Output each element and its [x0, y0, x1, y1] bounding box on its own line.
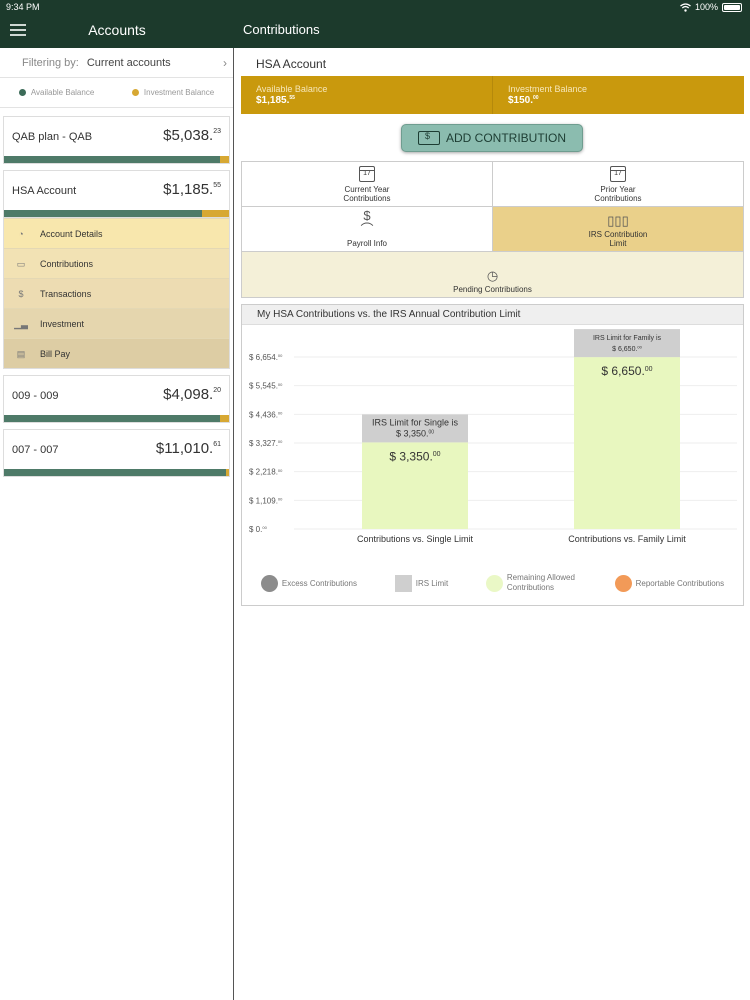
account-card-qab[interactable]: QAB plan - QAB $5,038.23 [3, 116, 230, 164]
filter-selector[interactable]: Filtering by: Current accounts › [0, 48, 233, 78]
account-card-007[interactable]: 007 - 007 $11,010.61 [3, 429, 230, 477]
account-name: 007 - 007 [12, 444, 59, 456]
chevron-right-icon: › [223, 56, 227, 70]
sidebar-title: Accounts [88, 22, 146, 38]
cash-icon: ▭ [16, 258, 26, 269]
y-tick-label: $ 0.00 [249, 525, 268, 534]
limit-label: IRS Limit for Family is [593, 335, 662, 342]
legend-reportable: Reportable Contributions [614, 574, 724, 592]
tile-payroll-info[interactable]: $ ⌒ Payroll Info [242, 207, 493, 252]
tile-pending-contributions[interactable]: ◷ Pending Contributions [242, 252, 743, 297]
bill-icon: ▤ [16, 348, 26, 359]
y-tick-label: $ 1,109.00 [249, 496, 283, 505]
calendar-icon: 17 [359, 166, 375, 182]
legend-excess: Excess Contributions [260, 574, 357, 592]
submenu-investment[interactable]: ▁▃ Investment [4, 308, 229, 338]
tile-irs-limit[interactable]: ▯▯▯ IRS Contribution Limit [493, 207, 743, 252]
battery-percent: 100% [694, 2, 718, 12]
calendar-icon: 17 [610, 166, 626, 182]
account-name: QAB plan - QAB [12, 131, 93, 143]
dollar-circle-icon: $ [18, 288, 24, 299]
hand-coin-icon: ◔ [18, 228, 24, 239]
account-submenu: ◔ Account Details ▭ Contributions $ Transac… [3, 218, 230, 369]
hand-dollar-icon: $ ⌒ [360, 208, 374, 237]
limit-label: IRS Limit for Single is [372, 417, 459, 427]
filter-value: Current accounts [86, 56, 171, 69]
y-tick-label: $ 3,327.00 [249, 439, 283, 448]
bar [574, 357, 680, 529]
balance-summary: Available Balance $1,185.55 Investment B… [241, 76, 744, 114]
add-money-icon [418, 131, 440, 145]
tile-prior-year[interactable]: 17 Prior Year Contributions [493, 162, 743, 207]
account-name: HSA Account [12, 185, 77, 197]
y-tick-label: $ 6,654.00 [249, 353, 283, 362]
accounts-sidebar: Filtering by: Current accounts › Availab… [0, 48, 234, 1000]
account-balance: $4,098.20 [163, 386, 221, 403]
account-balance: $11,010.61 [155, 440, 221, 457]
bar-growth-icon: ▁▃ [14, 318, 28, 329]
submenu-contributions[interactable]: ▭ Contributions [4, 248, 229, 278]
legend-available: Available Balance [18, 88, 94, 97]
account-title: HSA Account [256, 57, 327, 71]
investment-balance: Investment Balance $150.00 [508, 84, 588, 106]
account-card-hsa[interactable]: HSA Account $1,185.55 [3, 170, 230, 218]
chart-legend: Excess Contributions IRS Limit Remaining… [242, 573, 743, 593]
y-tick-label: $ 2,218.00 [249, 468, 283, 477]
legend-irs-limit: IRS Limit [394, 574, 448, 592]
submenu-account-details[interactable]: ◔ Account Details [4, 218, 229, 248]
app-header: 9:34 PM 100% Accounts Contributions [0, 0, 750, 48]
account-balance: $1,185.55 [163, 181, 221, 198]
contribution-tiles: 17 Current Year Contributions 17 Prior Y… [241, 161, 744, 298]
contributions-panel: HSA Account Available Balance $1,185.55 … [241, 48, 744, 606]
submenu-transactions[interactable]: $ Transactions [4, 278, 229, 308]
contribution-chart: My HSA Contributions vs. the IRS Annual … [241, 304, 744, 606]
balance-legend: Available Balance Investment Balance [0, 78, 233, 108]
filter-label: Filtering by: [22, 56, 79, 69]
x-category-label: Contributions vs. Family Limit [568, 534, 686, 544]
clock-icon: ◷ [486, 268, 499, 283]
x-category-label: Contributions vs. Single Limit [357, 534, 474, 544]
chart-title: My HSA Contributions vs. the IRS Annual … [242, 305, 743, 325]
wifi-icon [680, 2, 691, 12]
legend-remaining: Remaining Allowed Contributions [485, 573, 577, 593]
submenu-bill-pay[interactable]: ▤ Bill Pay [4, 338, 229, 368]
available-balance: Available Balance $1,185.55 [241, 76, 493, 114]
bar-chart-icon: ▯▯▯ [607, 213, 629, 228]
status-indicators: 100% [680, 2, 742, 12]
balance-bar [4, 210, 229, 217]
balance-bar [4, 415, 229, 422]
add-contribution-button[interactable]: ADD CONTRIBUTION [401, 124, 583, 152]
account-card-009[interactable]: 009 - 009 $4,098.20 [3, 375, 230, 423]
page-title: Contributions [243, 22, 320, 37]
tile-current-year[interactable]: 17 Current Year Contributions [242, 162, 493, 207]
status-time: 9:34 PM [6, 2, 40, 12]
y-tick-label: $ 5,545.00 [249, 382, 283, 391]
battery-icon [722, 2, 742, 12]
chart-plot: $ 0.00 $ 1,109.00 $ 2,218.00 $ 3,327.00 $ 4,… [249, 329, 737, 544]
account-name: 009 - 009 [12, 390, 59, 402]
account-balance: $5,038.23 [163, 127, 221, 144]
legend-investment: Investment Balance [131, 88, 214, 97]
balance-bar [4, 469, 229, 476]
balance-bar [4, 156, 229, 163]
y-tick-label: $ 4,436.00 [249, 410, 283, 419]
